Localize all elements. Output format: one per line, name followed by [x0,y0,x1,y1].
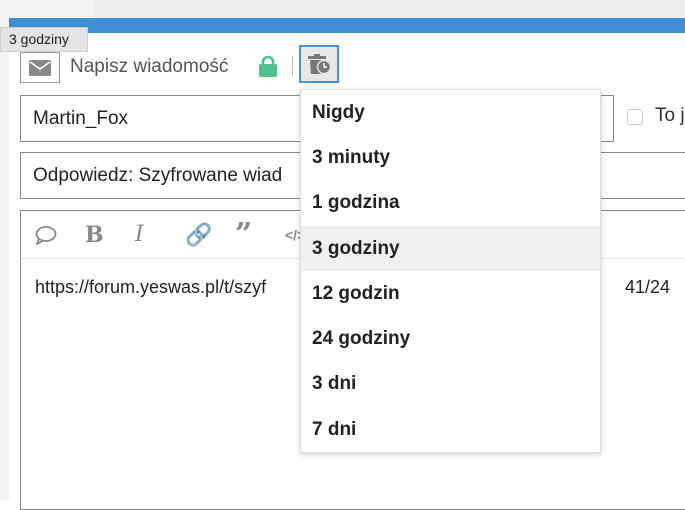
self-destruct-timer-button[interactable] [299,45,339,83]
bold-icon[interactable]: B [85,220,135,250]
subject-value: Odpowiedz: Szyfrowane wiad [33,164,283,186]
option-3-minuty[interactable]: 3 minuty [301,135,600,180]
option-1-godzina[interactable]: 1 godzina [301,181,600,226]
envelope-button[interactable] [20,52,60,83]
option-12-godzin[interactable]: 12 godzin [301,271,600,316]
italic-icon[interactable]: I [135,220,185,250]
checkbox[interactable] [627,109,643,125]
editor-content: https://forum.yeswas.pl/t/szyf [35,277,267,297]
link-icon[interactable]: 🔗 [185,220,235,250]
quote-bubble-icon[interactable] [35,220,85,250]
option-24-godziny[interactable]: 24 godziny [301,316,600,361]
checkbox-label: To j [655,105,685,126]
tooltip: 3 godziny [0,27,88,52]
composer-title: Napisz wiadomość [70,56,229,77]
timer-dropdown: Nigdy 3 minuty 1 godzina 3 godziny 12 go… [300,89,601,453]
divider [292,56,293,76]
lock-icon[interactable] [258,55,278,82]
background-left [0,18,9,500]
composer-top-bar [9,18,685,33]
blockquote-icon[interactable]: ” [235,217,285,252]
option-3-dni[interactable]: 3 dni [301,362,600,407]
recipient-value: Martin_Fox [33,107,129,129]
option-3-godziny[interactable]: 3 godziny [301,225,600,272]
background-top [0,0,685,18]
envelope-icon [29,59,51,76]
editor-content-end: 41/24 [625,277,671,297]
timer-trash-icon [308,54,331,75]
option-nigdy[interactable]: Nigdy [301,90,600,135]
option-7-dni[interactable]: 7 dni [301,407,600,452]
